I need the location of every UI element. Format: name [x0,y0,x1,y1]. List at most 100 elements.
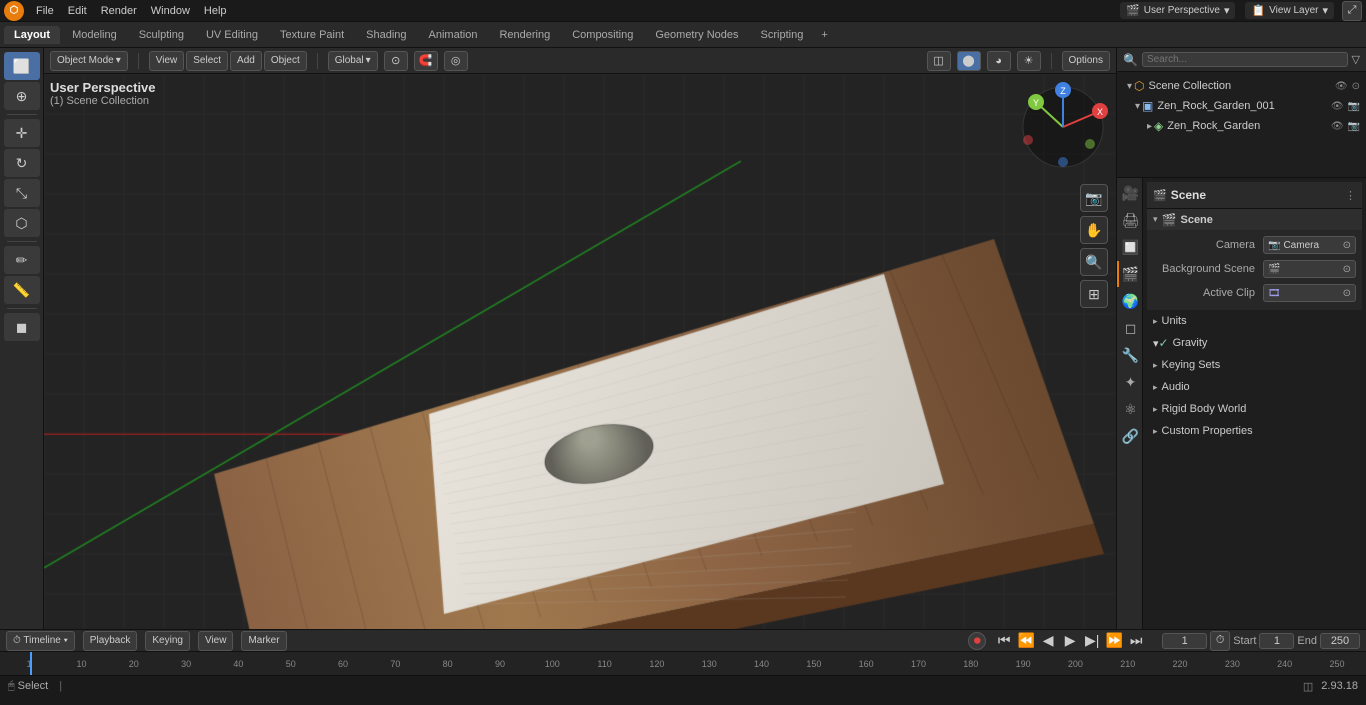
bg-scene-pick-icon[interactable]: ⊙ [1343,264,1351,275]
camera-view-btn[interactable]: 📷 [1080,184,1108,212]
measure-tool[interactable]: 📏 [4,276,40,304]
prev-frame-btn[interactable]: ◀ [1038,631,1058,651]
tab-rendering[interactable]: Rendering [489,26,560,44]
timeline-type-btn[interactable]: ⏱ Timeline ▾ [6,631,75,651]
navigation-gizmo[interactable]: X Y Z [1018,82,1108,172]
jump-start-btn[interactable]: ⏮ [994,631,1014,651]
props-output-btn[interactable]: 🖨 [1117,207,1143,233]
transform-tool[interactable]: ⬡ [4,209,40,237]
view-menu-timeline[interactable]: View [198,631,234,651]
scale-tool[interactable]: ⤡ [4,179,40,207]
fullscreen-button[interactable]: ⤢ [1342,1,1362,21]
keying-menu[interactable]: Keying [145,631,190,651]
custom-props-row[interactable]: ▸ Custom Properties [1147,420,1362,442]
add-cube-tool[interactable]: ◼ [4,313,40,341]
menu-render[interactable]: Render [95,3,143,19]
props-view-layer-btn[interactable]: 🔲 [1117,234,1143,260]
menu-file[interactable]: File [30,3,60,19]
record-button[interactable]: ⏺ [968,632,986,650]
gravity-checkbox[interactable]: ✓ [1159,336,1169,350]
select-box-tool[interactable]: ⬜ [4,52,40,80]
view-layer-selector[interactable]: 📋 View Layer ▾ [1245,2,1334,19]
props-constraints-btn[interactable]: 🔗 [1117,423,1143,449]
tab-texture-paint[interactable]: Texture Paint [270,26,354,44]
annotate-tool[interactable]: ✏ [4,246,40,274]
outliner-visibility-icon-2[interactable]: 👁 [1331,101,1344,112]
menu-edit[interactable]: Edit [62,3,93,19]
add-workspace-button[interactable]: + [815,26,833,44]
viewport-shading-render[interactable]: ☀ [1017,51,1041,71]
tab-animation[interactable]: Animation [419,26,488,44]
object-mode-selector[interactable]: Object Mode ▾ [50,51,128,71]
viewport-shading-material[interactable]: ◕ [987,51,1011,71]
rotate-tool[interactable]: ↻ [4,149,40,177]
bg-scene-prop-value[interactable]: 🎬 ⊙ [1263,260,1356,278]
frame-clock-btn[interactable]: ⏱ [1210,631,1230,651]
jump-prev-btn[interactable]: ⏪ [1016,631,1036,651]
active-clip-prop-value[interactable]: 🎞 ⊙ [1263,284,1356,302]
camera-pick-icon[interactable]: ⊙ [1343,240,1351,251]
timeline-ruler[interactable]: 1 10 20 30 40 50 60 70 80 90 100 110 120… [0,652,1366,675]
current-frame-input[interactable] [1162,633,1207,649]
tab-shading[interactable]: Shading [356,26,416,44]
snap-btn[interactable]: 🧲 [414,51,438,71]
tab-scripting[interactable]: Scripting [751,26,814,44]
scene-canvas[interactable] [44,74,1116,629]
viewport-shading-wire[interactable]: ◫ [927,51,951,71]
props-world-btn[interactable]: 🌍 [1117,288,1143,314]
zoom-btn[interactable]: 🔍 [1080,248,1108,276]
menu-help[interactable]: Help [198,3,233,19]
select-menu[interactable]: Select [186,51,228,71]
keying-sets-row[interactable]: ▸ Keying Sets [1147,354,1362,376]
props-modifier-btn[interactable]: 🔧 [1117,342,1143,368]
add-menu[interactable]: Add [230,51,262,71]
play-btn[interactable]: ▶ [1060,631,1080,651]
jump-end-btn[interactable]: ⏭ [1126,631,1146,651]
audio-row[interactable]: ▸ Audio [1147,376,1362,398]
props-options-icon[interactable]: ⋮ [1345,189,1356,202]
active-clip-pick-icon[interactable]: ⊙ [1343,288,1351,299]
outliner-search[interactable] [1142,52,1348,67]
rigid-body-row[interactable]: ▸ Rigid Body World [1147,398,1362,420]
move-tool[interactable]: ✛ [4,119,40,147]
units-row[interactable]: ▸ Units [1147,310,1362,332]
tab-geometry-nodes[interactable]: Geometry Nodes [645,26,748,44]
props-particles-btn[interactable]: ✦ [1117,369,1143,395]
outliner-filter-btn[interactable]: ▽ [1352,53,1360,66]
quad-view-btn[interactable]: ⊞ [1080,280,1108,308]
outliner-item-scene-collection[interactable]: ▾ ⬡ Scene Collection 👁 ⊙ [1117,76,1366,96]
start-frame-input[interactable] [1259,633,1294,649]
viewport-canvas[interactable]: User Perspective (1) Scene Collection X … [44,74,1116,629]
jump-next-btn[interactable]: ⏩ [1104,631,1124,651]
next-frame-btn[interactable]: ▶| [1082,631,1102,651]
props-physics-btn[interactable]: ⚛ [1117,396,1143,422]
hand-tool-btn[interactable]: ✋ [1080,216,1108,244]
scene-selector[interactable]: 🎬 User Perspective ▾ [1120,2,1235,19]
pivot-point-btn[interactable]: ⊙ [384,51,408,71]
outliner-render-icon-2[interactable]: 📷 [1348,121,1360,132]
end-frame-input[interactable] [1320,633,1360,649]
view-menu[interactable]: View [149,51,185,71]
outliner-item-zen[interactable]: ▸ ◈ Zen_Rock_Garden 👁 📷 [1117,116,1366,136]
tab-modeling[interactable]: Modeling [62,26,127,44]
outliner-visibility-icon-3[interactable]: 👁 [1331,121,1344,132]
object-menu[interactable]: Object [264,51,307,71]
outliner-select-icon[interactable]: ⊙ [1352,81,1360,92]
playhead[interactable] [30,652,32,675]
options-button[interactable]: Options [1062,51,1110,71]
camera-prop-value[interactable]: 📷 Camera ⊙ [1263,236,1356,254]
props-object-btn[interactable]: ◻ [1117,315,1143,341]
transform-orientation-selector[interactable]: Global ▾ [328,51,378,71]
props-scene-btn[interactable]: 🎬 [1117,261,1143,287]
tab-uv-editing[interactable]: UV Editing [196,26,268,44]
proportional-editing-btn[interactable]: ◎ [444,51,468,71]
viewport-shading-solid[interactable]: ⬤ [957,51,981,71]
outliner-render-icon[interactable]: 📷 [1348,101,1360,112]
menu-window[interactable]: Window [145,3,196,19]
tab-sculpting[interactable]: Sculpting [129,26,194,44]
props-render-btn[interactable]: 🎥 [1117,180,1143,206]
outliner-visibility-icon[interactable]: 👁 [1335,81,1348,92]
marker-menu[interactable]: Marker [241,631,286,651]
outliner-item-zen-001[interactable]: ▾ ▣ Zen_Rock_Garden_001 👁 📷 [1117,96,1366,116]
scene-section-header[interactable]: ▾ 🎬 Scene [1147,208,1362,230]
